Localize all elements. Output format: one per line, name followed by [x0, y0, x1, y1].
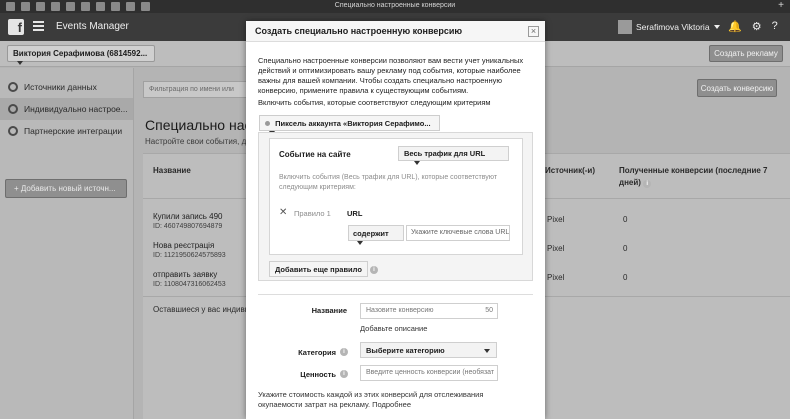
row-count: 0 [623, 244, 628, 253]
chevron-down-icon [414, 161, 420, 166]
category-label: Категория [298, 348, 336, 357]
divider [258, 294, 533, 295]
custom-conversions-icon [8, 104, 18, 114]
search-input[interactable]: Фильтрация по имени или [143, 81, 248, 98]
conditions-panel: Событие на сайте Весь трафик для URL Вкл… [258, 132, 533, 281]
add-description-link[interactable]: Добавьте описание [360, 324, 427, 333]
chevron-down-icon [713, 25, 720, 29]
column-header-sources[interactable]: Источник(-и) [545, 165, 595, 177]
chevron-down-icon [484, 349, 490, 353]
remaining-conversions-text: Оставшиеся у вас индивиду [153, 305, 258, 314]
sidebar-item-partner-integrations[interactable]: Партнерские интеграции [0, 120, 133, 142]
browser-tab-bar: Специально настроенные конверсии + [0, 0, 790, 13]
value-help-text: Укажите стоимость каждой из этих конверс… [258, 390, 484, 409]
dialog-title: Создать специально настроенную конверсию [246, 21, 545, 42]
chevron-down-icon [357, 241, 363, 246]
top-icons: 🔔 ⚙ ? [728, 20, 778, 33]
url-label: URL [347, 209, 363, 218]
pixel-select[interactable]: Пиксель аккаунта «Виктория Серафимо... [259, 115, 440, 136]
account-selector-label: Виктория Серафимова (6814592... [13, 49, 148, 58]
row-id: ID: 460749807694879 [153, 223, 223, 230]
rule-box: Событие на сайте Весь трафик для URL Вкл… [269, 138, 523, 255]
user-name: Serafimova Viktoria [636, 22, 710, 32]
page-title: Специально наст [145, 117, 258, 133]
traffic-select[interactable]: Весь трафик для URL [398, 146, 509, 166]
dialog-intro: Специально настроенные конверсии позволя… [258, 56, 524, 95]
value-label: Ценность [300, 370, 336, 379]
row-name: Нова реєстрація [153, 241, 215, 250]
window-title: Специально настроенные конверсии [334, 2, 456, 9]
info-icon[interactable]: i [340, 370, 348, 378]
contains-select[interactable]: содержит [348, 225, 404, 246]
row-id: ID: 1108047316062453 [153, 281, 226, 288]
pixel-status-icon [265, 121, 270, 126]
sidebar-item-label: Индивидуально настрое... [24, 104, 128, 114]
notifications-icon[interactable]: 🔔 [728, 20, 742, 33]
name-label: Название [311, 306, 347, 315]
account-selector[interactable]: Виктория Серафимова (6814592... [7, 45, 155, 65]
traffic-select-label: Весь трафик для URL [404, 149, 486, 158]
sidebar-item-label: Источники данных [24, 82, 97, 92]
partner-integrations-icon [8, 126, 18, 136]
column-header-received-label: Полученные конверсии (последние 7 дней) [619, 166, 768, 187]
remove-rule-icon[interactable]: ✕ [279, 207, 287, 218]
chevron-down-icon [17, 60, 23, 65]
website-event-label: Событие на сайте [279, 150, 351, 159]
row-id: ID: 1121950624575893 [153, 252, 226, 259]
url-keywords-input[interactable]: Укажите ключевые слова URL [406, 225, 510, 241]
name-char-counter: 50 [485, 307, 493, 314]
pixel-select-label: Пиксель аккаунта «Виктория Серафимо... [275, 119, 431, 128]
new-tab-icon[interactable]: + [778, 0, 784, 11]
category-select-label: Выберите категорию [366, 346, 445, 355]
add-rule-button[interactable]: Добавить еще правило [269, 261, 368, 277]
user-menu[interactable]: Serafimova Viktoria [618, 19, 720, 35]
conversion-value-input[interactable]: Введите ценность конверсии (необязат [360, 365, 498, 381]
page-subtitle: Настройте свои события, д [145, 137, 247, 146]
menu-icon[interactable] [33, 21, 44, 31]
contains-select-label: содержит [353, 229, 389, 238]
sidebar-item-data-sources[interactable]: Источники данных [0, 76, 133, 98]
include-description: Включить события (Весь трафик для URL), … [279, 174, 498, 191]
avatar [618, 20, 632, 34]
row-source: Pixel [547, 273, 565, 282]
row-name: Купили запись 490 [153, 212, 223, 221]
table-row[interactable]: Нова реєстрація ID: 1121950624575893 [153, 241, 226, 261]
add-source-button[interactable]: + Добавить новый источн... [5, 179, 127, 198]
sidebar-item-label: Партнерские интеграции [24, 126, 123, 136]
help-icon[interactable]: ? [772, 20, 778, 33]
row-name: отправить заявку [153, 270, 218, 279]
conversion-name-placeholder: Назовите конверсию [366, 307, 434, 314]
close-icon[interactable]: × [528, 26, 539, 37]
gear-icon[interactable]: ⚙ [752, 20, 762, 33]
create-ad-button[interactable]: Создать рекламу [709, 45, 783, 62]
row-source: Pixel [547, 244, 565, 253]
sidebar: Источники данных Индивидуально настрое..… [0, 68, 134, 419]
sidebar-item-custom-conversions[interactable]: Индивидуально настрое... [0, 98, 133, 120]
rule-label: Правило 1 [294, 209, 331, 218]
data-sources-icon [8, 82, 18, 92]
facebook-logo-icon[interactable]: f [8, 19, 24, 35]
table-row[interactable]: Купили запись 490 ID: 460749807694879 [153, 212, 222, 232]
info-icon[interactable]: i [340, 348, 348, 356]
create-conversion-button[interactable]: Создать конверсию [697, 79, 777, 97]
category-select[interactable]: Выберите категорию [360, 342, 497, 358]
row-count: 0 [623, 273, 628, 282]
info-icon[interactable]: i [643, 180, 652, 188]
app-title: Events Manager [56, 21, 129, 32]
column-header-name[interactable]: Название [153, 165, 191, 177]
row-source: Pixel [547, 215, 565, 224]
criteria-label: Включить события, которые соответствуют … [258, 98, 491, 107]
column-header-received[interactable]: Полученные конверсии (последние 7 дней) … [619, 165, 779, 189]
table-row[interactable]: отправить заявку ID: 1108047316062453 [153, 270, 226, 290]
info-icon[interactable]: i [370, 266, 378, 274]
conversion-name-input[interactable]: Назовите конверсию 50 [360, 303, 498, 319]
create-conversion-dialog: Создать специально настроенную конверсию… [246, 21, 545, 419]
row-count: 0 [623, 215, 628, 224]
